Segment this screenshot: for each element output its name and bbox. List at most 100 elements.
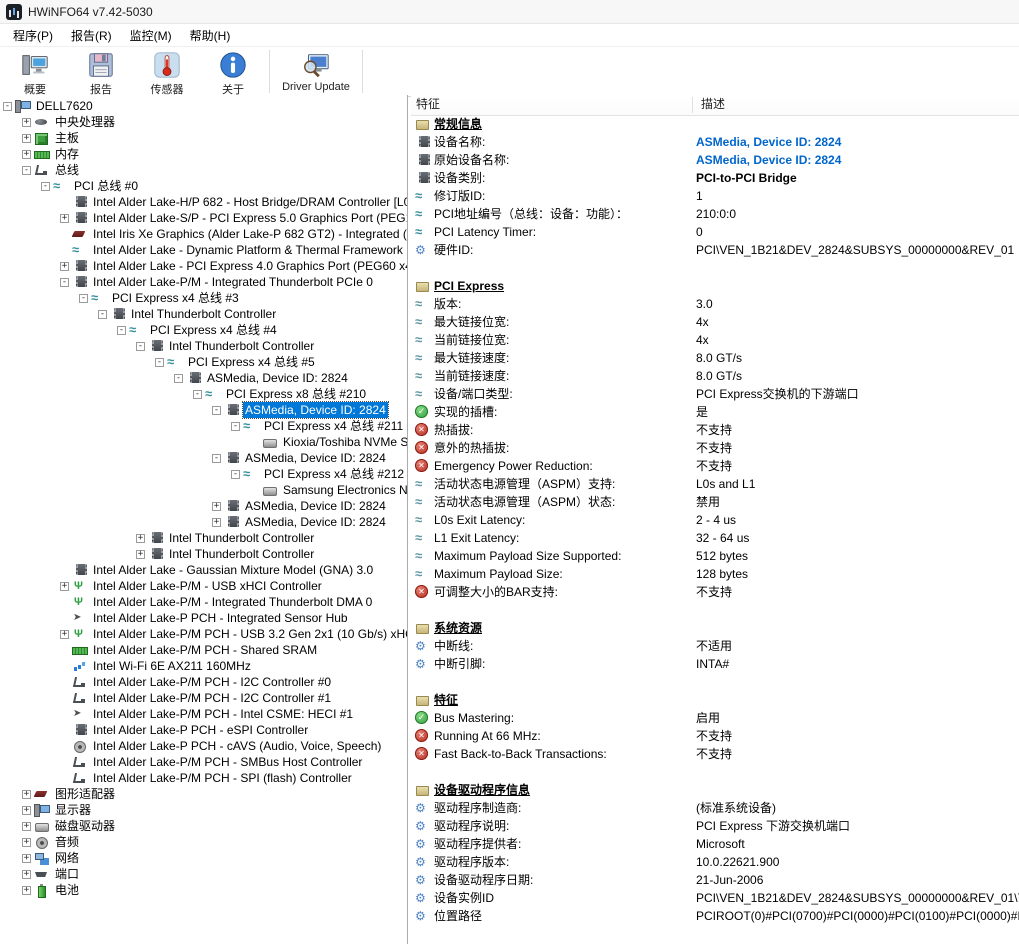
column-divider[interactable] — [692, 97, 693, 113]
property-row[interactable]: 热插拔: 不支持 — [411, 421, 1019, 439]
driver-update-button[interactable]: Driver Update — [273, 47, 359, 96]
expand-icon[interactable] — [22, 837, 31, 847]
property-row[interactable]: L0s Exit Latency: 2 - 4 us — [411, 511, 1019, 529]
property-row[interactable]: 驱动程序版本: 10.0.22621.900 — [411, 853, 1019, 871]
tree-item[interactable]: Intel Thunderbolt Controller — [0, 306, 407, 322]
property-row[interactable]: 驱动程序说明: PCI Express 下游交换机端口 — [411, 817, 1019, 835]
tree-item[interactable]: 图形适配器 — [0, 786, 407, 802]
expand-icon[interactable] — [136, 533, 145, 543]
property-row[interactable]: 版本: 3.0 — [411, 295, 1019, 313]
summary-button[interactable]: 概要 — [2, 47, 68, 96]
tree-item[interactable]: Intel Iris Xe Graphics (Alder Lake-P 682… — [0, 226, 407, 242]
collapse-icon[interactable] — [60, 277, 69, 287]
section-header-row[interactable]: 设备驱动程序信息 — [411, 781, 1019, 799]
about-button[interactable]: 关于 — [200, 47, 266, 96]
tree-item[interactable]: Intel Alder Lake - PCI Express 4.0 Graph… — [0, 258, 407, 274]
tree-item[interactable]: Samsung Electronics NVMe — [0, 482, 407, 498]
tree-item[interactable]: 端口 — [0, 866, 407, 882]
tree-item[interactable]: Intel Alder Lake-P/M PCH - Intel CSME: H… — [0, 706, 407, 722]
tree-item[interactable]: Intel Alder Lake-P/M - USB xHCI Controll… — [0, 578, 407, 594]
collapse-icon[interactable] — [231, 469, 240, 479]
property-row[interactable]: 设备实例ID PCI\VEN_1B21&DEV_2824&SUBSYS_00000… — [411, 889, 1019, 907]
tree-item[interactable]: Intel Alder Lake-P/M PCH - Shared SRAM — [0, 642, 407, 658]
property-row[interactable]: 最大链接位宽: 4x — [411, 313, 1019, 331]
tree-item[interactable]: PCI Express x8 总线 #210 — [0, 386, 407, 402]
expand-icon[interactable] — [22, 885, 31, 895]
tree-item[interactable]: ASMedia, Device ID: 2824 — [0, 370, 407, 386]
tree-item[interactable]: PCI Express x4 总线 #211 — [0, 418, 407, 434]
property-row[interactable]: 设备类别: PCI-to-PCI Bridge — [411, 169, 1019, 187]
property-row[interactable]: PCI Latency Timer: 0 — [411, 223, 1019, 241]
tree-item[interactable]: ASMedia, Device ID: 2824 — [0, 450, 407, 466]
tree-item[interactable]: 音频 — [0, 834, 407, 850]
expand-icon[interactable] — [60, 213, 69, 223]
property-row[interactable]: 最大链接速度: 8.0 GT/s — [411, 349, 1019, 367]
collapse-icon[interactable] — [155, 357, 164, 367]
tree-item[interactable]: Intel Alder Lake-P/M PCH - I2C Controlle… — [0, 674, 407, 690]
property-row[interactable]: 驱动程序制造商: (标准系统设备) — [411, 799, 1019, 817]
property-row[interactable]: 当前链接位宽: 4x — [411, 331, 1019, 349]
property-row[interactable]: Emergency Power Reduction: 不支持 — [411, 457, 1019, 475]
section-header-row[interactable]: PCI Express — [411, 277, 1019, 295]
expand-icon[interactable] — [212, 501, 221, 511]
property-row[interactable]: L1 Exit Latency: 32 - 64 us — [411, 529, 1019, 547]
tree-item[interactable]: Intel Alder Lake - Gaussian Mixture Mode… — [0, 562, 407, 578]
tree-item[interactable]: 内存 — [0, 146, 407, 162]
menu-report[interactable]: 报告(R) — [62, 24, 121, 47]
expand-icon[interactable] — [22, 821, 31, 831]
property-row[interactable]: 驱动程序提供者: Microsoft — [411, 835, 1019, 853]
property-row[interactable]: 设备驱动程序日期: 21-Jun-2006 — [411, 871, 1019, 889]
collapse-icon[interactable] — [79, 293, 88, 303]
collapse-icon[interactable] — [136, 341, 145, 351]
property-row[interactable]: PCI地址编号（总线：设备：功能）： 210:0:0 — [411, 205, 1019, 223]
property-row[interactable]: 可调整大小的BAR支持: 不支持 — [411, 583, 1019, 601]
tree-item[interactable]: ASMedia, Device ID: 2824 — [0, 514, 407, 530]
tree-item[interactable]: PCI Express x4 总线 #4 — [0, 322, 407, 338]
property-row[interactable]: 设备/端口类型: PCI Express交换机的下游端口 — [411, 385, 1019, 403]
tree-item[interactable]: Intel Thunderbolt Controller — [0, 338, 407, 354]
tree-item[interactable]: 网络 — [0, 850, 407, 866]
tree-item[interactable]: Intel Alder Lake-P/M PCH - USB 3.2 Gen 2… — [0, 626, 407, 642]
tree-item[interactable]: 显示器 — [0, 802, 407, 818]
expand-icon[interactable] — [60, 261, 69, 271]
menu-program[interactable]: 程序(P) — [4, 24, 62, 47]
menu-help[interactable]: 帮助(H) — [181, 24, 240, 47]
expand-icon[interactable] — [22, 789, 31, 799]
collapse-icon[interactable] — [193, 389, 202, 399]
tree-item[interactable]: Intel Alder Lake-P/M PCH - SMBus Host Co… — [0, 754, 407, 770]
property-row[interactable]: 活动状态电源管理（ASPM）支持: L0s and L1 — [411, 475, 1019, 493]
expand-icon[interactable] — [60, 581, 69, 591]
section-header-row[interactable]: 特征 — [411, 691, 1019, 709]
tree-item[interactable]: 中央处理器 — [0, 114, 407, 130]
collapse-icon[interactable] — [3, 101, 12, 111]
tree-item[interactable]: Intel Alder Lake-P/M - Integrated Thunde… — [0, 594, 407, 610]
tree-item[interactable]: Intel Alder Lake-H/P 682 - Host Bridge/D… — [0, 194, 407, 210]
expand-icon[interactable] — [22, 149, 31, 159]
tree-item[interactable]: Intel Alder Lake - Dynamic Platform & Th… — [0, 242, 407, 258]
expand-icon[interactable] — [22, 117, 31, 127]
tree-item[interactable]: Intel Thunderbolt Controller — [0, 530, 407, 546]
collapse-icon[interactable] — [98, 309, 107, 319]
property-row[interactable]: 当前链接速度: 8.0 GT/s — [411, 367, 1019, 385]
tree-item[interactable]: DELL7620 — [0, 98, 407, 114]
section-header-row[interactable]: 系统资源 — [411, 619, 1019, 637]
property-row[interactable]: Bus Mastering: 启用 — [411, 709, 1019, 727]
tree-item[interactable]: 总线 — [0, 162, 407, 178]
collapse-icon[interactable] — [212, 453, 221, 463]
tree-item[interactable]: Intel Alder Lake-P PCH - cAVS (Audio, Vo… — [0, 738, 407, 754]
property-row[interactable]: 原始设备名称: ASMedia, Device ID: 2824 — [411, 151, 1019, 169]
property-row[interactable]: Maximum Payload Size Supported: 512 bytes — [411, 547, 1019, 565]
expand-icon[interactable] — [136, 549, 145, 559]
property-row[interactable]: 位置路径 PCIROOT(0)#PCI(0700)#PCI(0000)#PCI(0… — [411, 907, 1019, 925]
tree-item[interactable]: ASMedia, Device ID: 2824 — [0, 401, 407, 419]
expand-icon[interactable] — [22, 853, 31, 863]
tree-item[interactable]: 主板 — [0, 130, 407, 146]
expand-icon[interactable] — [22, 133, 31, 143]
expand-icon[interactable] — [22, 869, 31, 879]
property-row[interactable]: 修订版ID: 1 — [411, 187, 1019, 205]
property-row[interactable]: 实现的插槽: 是 — [411, 403, 1019, 421]
expand-icon[interactable] — [60, 629, 69, 639]
collapse-icon[interactable] — [174, 373, 183, 383]
collapse-icon[interactable] — [117, 325, 126, 335]
tree-item[interactable]: PCI Express x4 总线 #5 — [0, 354, 407, 370]
